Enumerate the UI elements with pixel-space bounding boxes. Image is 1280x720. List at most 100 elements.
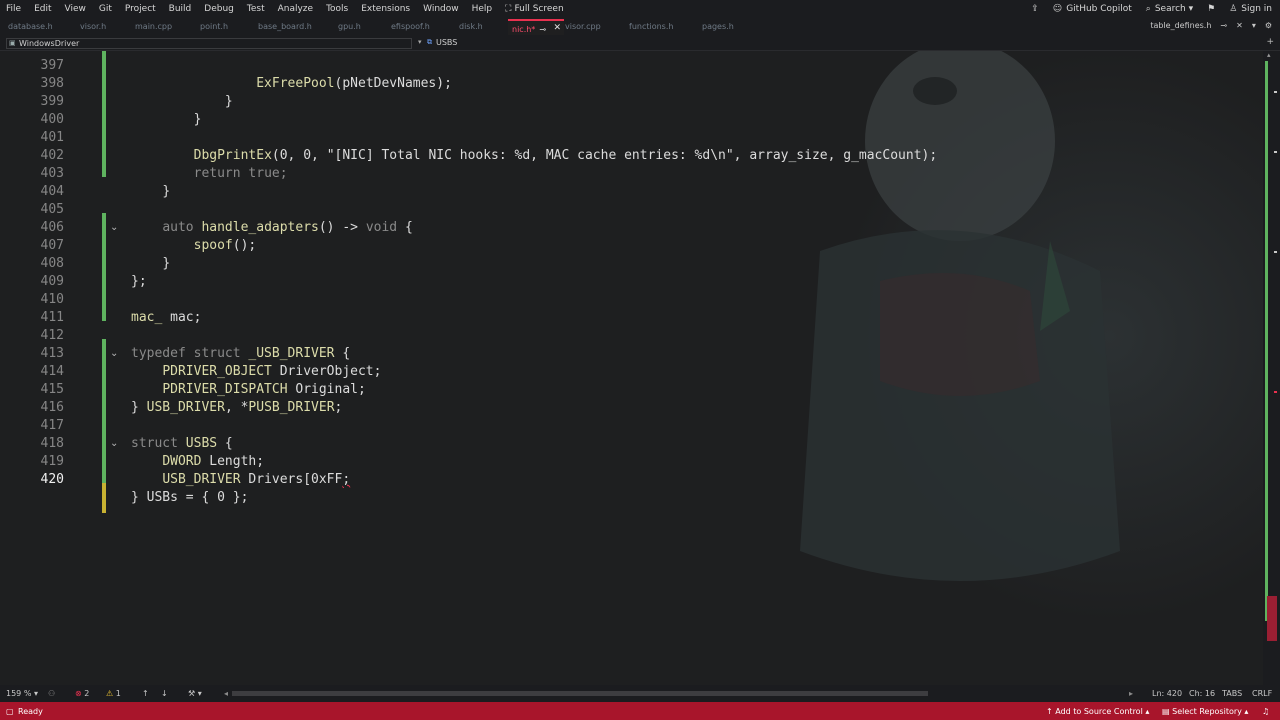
column-number[interactable]: Ch: 16 (1189, 689, 1215, 698)
code-token: Drivers[0xFF (240, 472, 343, 487)
menu-test[interactable]: Test (241, 4, 272, 14)
line-number-405: 405 (40, 202, 64, 217)
search-icon: ⌕ (1145, 4, 1151, 14)
fullscreen-button[interactable]: ⛶ Full Screen (499, 4, 571, 14)
tab-pin-icon[interactable]: ⊸ (1220, 21, 1227, 30)
code-cleanup-icon[interactable]: ⚒ ▾ (188, 689, 202, 698)
search-button[interactable]: ⌕ Search ▾ (1146, 4, 1193, 14)
scope-name: USBS (436, 38, 458, 47)
tab-gpu-h[interactable]: gpu.h (338, 22, 361, 31)
scroll-up-icon[interactable]: ▴ (1267, 51, 1271, 59)
close-icon[interactable]: ✕ (553, 23, 561, 33)
signin-label: Sign in (1241, 4, 1272, 14)
tab-list-icon[interactable]: ▾ (1252, 21, 1256, 30)
code-line-405: auto handle_adapters() -> void { (131, 219, 412, 237)
tab-nic-h-label: nic.h* (512, 25, 536, 34)
tab-base-board-h[interactable]: base_board.h (258, 22, 312, 31)
tab-disk-h[interactable]: disk.h (459, 22, 483, 31)
code-editor[interactable]: 3963973983994004014024034044054064074084… (0, 51, 1263, 685)
tab-visor-h[interactable]: visor.h (80, 22, 106, 31)
vertical-scrollbar[interactable]: ▴ (1263, 51, 1280, 685)
menu-tools[interactable]: Tools (320, 4, 355, 14)
source-control-label: Add to Source Control (1055, 707, 1143, 716)
code-token: , * (224, 400, 249, 415)
settings-icon[interactable]: ⚙ (1265, 21, 1272, 30)
feedback-icon[interactable]: ⚑ (1207, 4, 1215, 14)
split-editor-icon[interactable]: + (1266, 37, 1274, 47)
share-icon[interactable]: ⇪ (1031, 4, 1039, 14)
status-ready: Ready (18, 707, 43, 716)
errors-indicator[interactable]: ⊗ 2 (75, 689, 89, 698)
line-number-418: 418 (40, 436, 64, 451)
line-number-400: 400 (40, 112, 64, 127)
fold-chevron-icon[interactable]: ⌄ (110, 435, 120, 453)
horizontal-scrollbar[interactable] (232, 691, 928, 696)
scroll-right-icon[interactable]: ▸ (1129, 689, 1133, 698)
tab-point-h[interactable]: point.h (200, 22, 228, 31)
editor-info-bar: 159 % ▾ ⚇ ⊗ 2 ⚠ 1 ↑ ↓ ⚒ ▾ ◂ ▸ Ln: 420 Ch… (0, 685, 1280, 702)
next-issue-icon[interactable]: ↓ (161, 689, 168, 698)
line-number-417: 417 (40, 418, 64, 433)
repository-label: Select Repository (1172, 707, 1242, 716)
notifications-icon[interactable]: ♫ (1262, 707, 1269, 716)
status-icon: ▢ (6, 707, 14, 716)
indent-mode[interactable]: TABS (1222, 689, 1242, 698)
change-marker-modified (102, 483, 106, 513)
tab-main-cpp[interactable]: main.cpp (135, 22, 172, 31)
tab-efispoof-h[interactable]: efispoof.h (391, 22, 430, 31)
copilot-status-icon[interactable]: ⚇ (48, 689, 55, 698)
code-token: mac_ (131, 310, 163, 325)
line-ending[interactable]: CRLF (1252, 689, 1272, 698)
tab-functions-h[interactable]: functions.h (629, 22, 673, 31)
code-line-401: DbgPrintEx(0, 0, "[NIC] Total NIC hooks:… (131, 147, 938, 165)
fullscreen-icon: ⛶ (505, 4, 512, 14)
line-number-408: 408 (40, 256, 64, 271)
line-number-420: 420 (40, 472, 64, 487)
tab-close-icon[interactable]: ✕ (1236, 21, 1243, 30)
repository-icon: ▤ (1162, 707, 1170, 716)
copilot-button[interactable]: ☺ GitHub Copilot (1053, 4, 1132, 14)
code-token: ; (334, 400, 343, 415)
menu-git[interactable]: Git (93, 4, 119, 14)
menu-project[interactable]: Project (119, 4, 163, 14)
change-marker-added (102, 51, 106, 177)
pin-icon[interactable]: ⊸ (539, 25, 546, 34)
menu-edit[interactable]: Edit (28, 4, 58, 14)
line-number-412: 412 (40, 328, 64, 343)
project-dropdown[interactable]: ▣ WindowsDriver (6, 38, 412, 49)
code-token: } (162, 256, 171, 271)
zoom-dropdown[interactable]: 159 % ▾ (6, 689, 38, 698)
menu-window[interactable]: Window (417, 4, 466, 14)
scope-dropdown[interactable]: ▾ ⧉ USBS (418, 38, 838, 49)
fold-chevron-icon[interactable]: ⌄ (110, 345, 120, 363)
error-squiggle[interactable]: ; (342, 472, 350, 487)
signin-button[interactable]: ♙ Sign in (1229, 4, 1272, 14)
warnings-indicator[interactable]: ⚠ 1 (106, 689, 121, 698)
menu-extensions[interactable]: Extensions (355, 4, 417, 14)
navigation-bar: ▣ WindowsDriver ▾ ⧉ USBS + (0, 36, 1280, 51)
code-line-399: } (131, 111, 202, 129)
add-to-source-control-button[interactable]: ↑ Add to Source Control ▴ (1046, 707, 1149, 716)
code-token: USB_DRIVER (146, 400, 225, 415)
tab-pages-h[interactable]: pages.h (702, 22, 734, 31)
menu-file[interactable]: File (0, 4, 28, 14)
previous-issue-icon[interactable]: ↑ (142, 689, 149, 698)
fullscreen-label: Full Screen (514, 4, 564, 14)
tab-database-h[interactable]: database.h (8, 22, 53, 31)
scroll-left-icon[interactable]: ◂ (224, 689, 228, 698)
line-number-409: 409 (40, 274, 64, 289)
menu-analyze[interactable]: Analyze (272, 4, 320, 14)
tab-visor-cpp[interactable]: visor.cpp (565, 22, 601, 31)
tab-nic-h-active[interactable]: nic.h* ⊸ ✕ (508, 19, 565, 35)
tab-table-defines-h[interactable]: table_defines.h (1150, 21, 1211, 30)
menu-build[interactable]: Build (163, 4, 199, 14)
menu-help[interactable]: Help (466, 4, 500, 14)
tabs-right: table_defines.h ⊸ ✕ ▾ ⚙ (1150, 21, 1272, 30)
select-repository-button[interactable]: ▤ Select Repository ▴ (1162, 707, 1248, 716)
line-number-401: 401 (40, 130, 64, 145)
menu-view[interactable]: View (59, 4, 93, 14)
fold-chevron-icon[interactable]: ⌄ (110, 219, 120, 237)
line-number[interactable]: Ln: 420 (1152, 689, 1182, 698)
scroll-thumb[interactable] (1267, 596, 1277, 641)
menu-debug[interactable]: Debug (198, 4, 241, 14)
